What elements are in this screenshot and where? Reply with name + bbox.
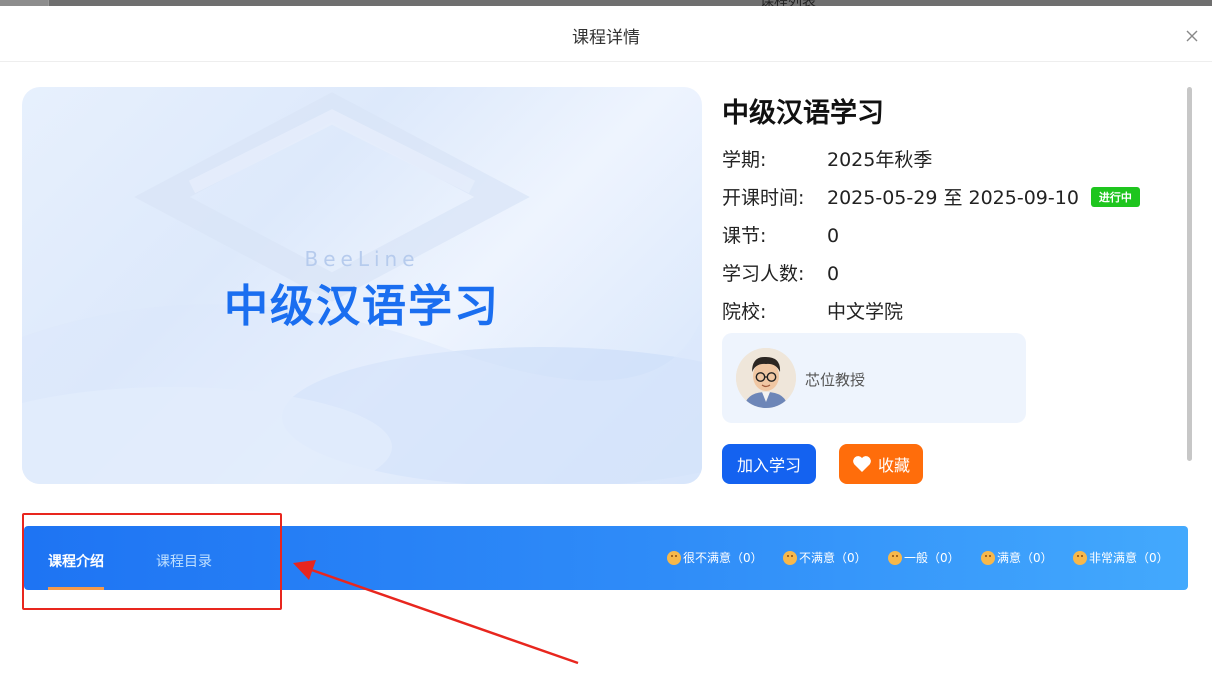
teacher-name: 芯位教授	[805, 371, 866, 389]
join-study-label: 加入学习	[736, 456, 801, 475]
vertical-scrollbar[interactable]	[1187, 87, 1192, 461]
lessons-row: 课节: 0	[722, 221, 839, 248]
cover-title: 中级汉语学习	[224, 281, 500, 332]
rating-neutral[interactable]: 一般（0）	[888, 549, 960, 566]
very-dissatisfied-face-icon	[667, 550, 681, 565]
lessons-value: 0	[827, 225, 840, 247]
rating-label: 很不满意（0）	[683, 551, 763, 565]
teacher-card[interactable]: 芯位教授	[722, 333, 1026, 423]
dissatisfied-face-icon	[783, 550, 797, 565]
favorite-label: 收藏	[877, 456, 910, 475]
time-value: 2025-05-29 至 2025-09-10	[827, 187, 1079, 209]
learners-value: 0	[827, 263, 840, 285]
term-label: 学期:	[722, 149, 767, 171]
rating-label: 一般（0）	[904, 551, 960, 565]
rating-label: 不满意（0）	[799, 551, 867, 565]
course-cover-image: BeeLine 中级汉语学习	[22, 87, 702, 484]
status-badge: 进行中	[1090, 187, 1140, 207]
term-value: 2025年秋季	[827, 149, 933, 171]
very-satisfied-face-icon	[1073, 550, 1087, 565]
lessons-label: 课节:	[722, 225, 767, 247]
rating-very-dissatisfied[interactable]: 很不满意（0）	[667, 549, 763, 566]
modal-header: 课程详情	[0, 6, 1212, 62]
favorite-button[interactable]: 收藏	[839, 444, 923, 484]
satisfied-face-icon	[981, 550, 995, 565]
course-title: 中级汉语学习	[722, 98, 884, 129]
rating-satisfied[interactable]: 满意（0）	[981, 549, 1053, 566]
rating-label: 非常满意（0）	[1089, 551, 1169, 565]
rating-very-satisfied[interactable]: 非常满意（0）	[1073, 549, 1169, 566]
rating-label: 满意（0）	[997, 551, 1053, 565]
time-label: 开课时间:	[722, 187, 805, 209]
school-row: 院校: 中文学院	[722, 297, 903, 324]
modal-title: 课程详情	[572, 28, 640, 48]
teacher-avatar	[736, 348, 796, 408]
neutral-face-icon	[888, 550, 902, 565]
rating-dissatisfied[interactable]: 不满意（0）	[783, 549, 867, 566]
join-study-button[interactable]: 加入学习	[722, 444, 816, 484]
cover-brand: BeeLine	[304, 247, 420, 271]
learners-label: 学习人数:	[722, 263, 805, 285]
close-icon[interactable]	[1184, 28, 1200, 44]
learners-row: 学习人数: 0	[722, 259, 839, 286]
annotation-highlight-box	[22, 513, 282, 610]
time-row: 开课时间: 2025-05-29 至 2025-09-10 进行中	[722, 183, 1140, 210]
school-label: 院校:	[722, 301, 767, 323]
term-row: 学期: 2025年秋季	[722, 145, 932, 172]
school-value: 中文学院	[827, 301, 904, 323]
heart-icon	[853, 456, 871, 472]
